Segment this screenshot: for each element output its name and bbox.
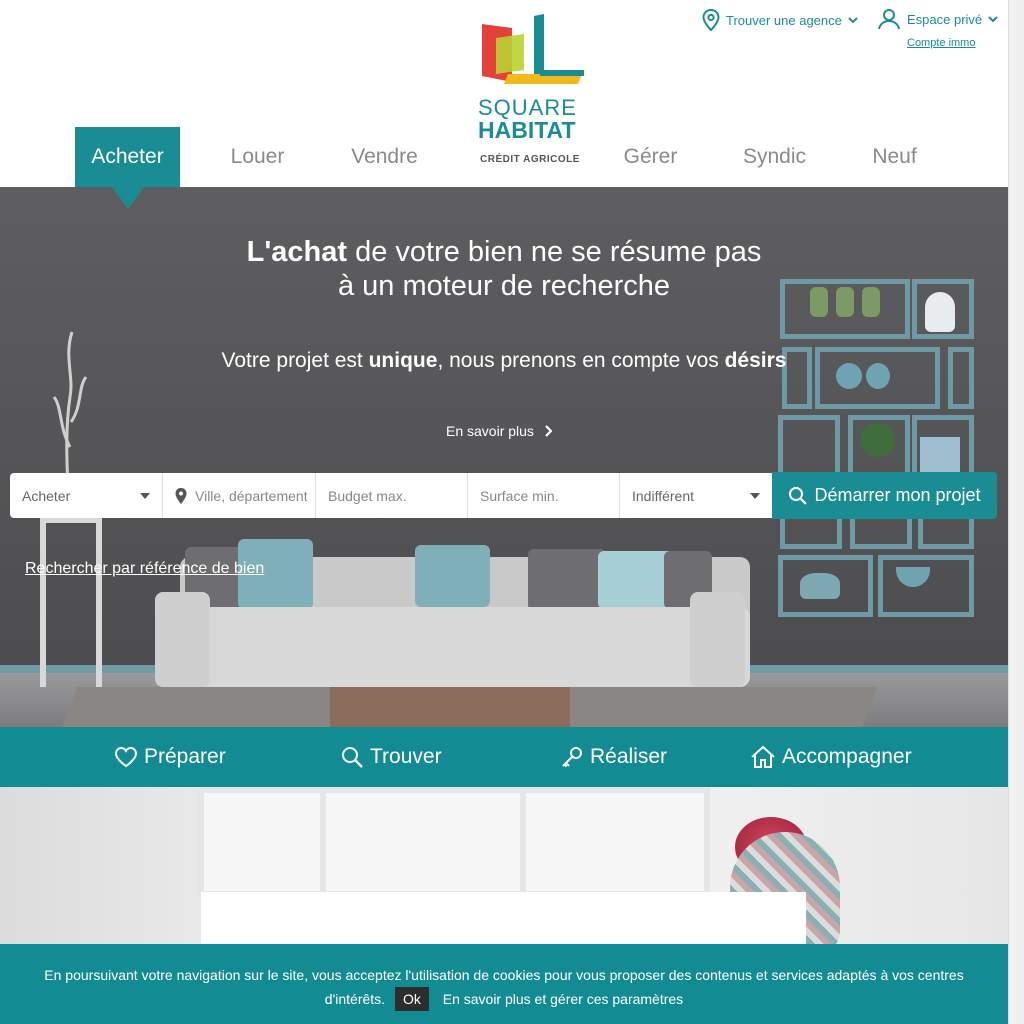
step-preparer[interactable]: Préparer: [114, 727, 226, 787]
logo-mark-icon: [482, 14, 584, 84]
location-placeholder: Ville, département: [195, 487, 307, 504]
rooms-select[interactable]: Indifférent: [620, 473, 772, 518]
cookie-message: En poursuivant votre navigation sur le s…: [44, 967, 964, 983]
home-icon: [751, 745, 775, 768]
logo-square-text: SQUARE: [478, 95, 577, 120]
hero-subtitle-part: , nous prenons en compte vos: [437, 349, 725, 372]
square-habitat-logo[interactable]: SQUARE HABITAT CRÉDIT AGRICOLE: [478, 14, 588, 169]
hero-title-line2: à un moteur de recherche: [337, 270, 671, 302]
learn-more-link[interactable]: En savoir plus: [446, 423, 552, 439]
decor-books: [920, 437, 960, 473]
project-steps-bar: Préparer Trouver Réaliser Accompagner: [0, 727, 1008, 787]
caret-down-icon: [750, 493, 760, 499]
chevron-right-icon: [545, 425, 552, 437]
hero-subtitle-part: Votre projet est: [221, 349, 369, 372]
key-icon: [562, 747, 582, 768]
surface-input[interactable]: Surface min.: [468, 473, 620, 518]
decor-cushion: [528, 549, 606, 611]
rooms-value: Indifférent: [632, 487, 695, 504]
hero-subtitle-bold: unique: [368, 349, 438, 372]
logo-habitat-text: HABITAT: [478, 117, 576, 143]
location-pin-icon: [702, 9, 720, 31]
step-realiser[interactable]: Réaliser: [560, 727, 667, 787]
step-preparer-label: Préparer: [144, 745, 226, 768]
hero-title-line1: de votre bien ne se résume pas: [347, 236, 762, 268]
start-project-button[interactable]: Démarrer mon projet: [772, 472, 997, 519]
step-realiser-label: Réaliser: [590, 745, 668, 768]
search-by-reference-link[interactable]: Rechercher par référence de bien: [25, 560, 264, 578]
decor-teapot: [800, 573, 840, 599]
decor-plant: [860, 423, 896, 457]
active-tab-pointer: [112, 187, 144, 209]
nav-tab-gerer[interactable]: Gérer: [598, 127, 703, 187]
budget-input[interactable]: Budget max.: [316, 473, 468, 518]
hero-title-bold: L'achat: [246, 236, 348, 268]
step-accompagner[interactable]: Accompagner: [750, 727, 912, 787]
decor-cushion: [415, 545, 490, 607]
cookie-message-end: d'intérêts.: [324, 991, 386, 1007]
decor-shelf: [878, 555, 974, 617]
hero-subtitle-bold: désirs: [724, 349, 787, 372]
find-agency-label: Trouver une agence: [726, 12, 842, 28]
decor-window-frame: [198, 787, 338, 897]
transaction-type-value: Acheter: [22, 487, 71, 504]
decor-sofa-arm: [155, 592, 210, 687]
site-header: SQUARE HABITAT CRÉDIT AGRICOLE Trouver u…: [0, 0, 1008, 187]
chevron-down-icon: [988, 16, 998, 23]
user-icon: [878, 9, 900, 30]
nav-tab-vendre[interactable]: Vendre: [332, 127, 437, 187]
step-trouver[interactable]: Trouver: [340, 727, 442, 787]
find-agency-link[interactable]: Trouver une agence: [702, 9, 858, 31]
search-icon: [789, 486, 808, 505]
chevron-down-icon: [848, 17, 858, 24]
nav-tab-acheter[interactable]: Acheter: [75, 127, 180, 187]
location-pin-icon: [175, 487, 187, 504]
logo-credit-agricole-text: CRÉDIT AGRICOLE: [480, 154, 580, 165]
cookie-settings-link[interactable]: En savoir plus et gérer ces paramètres: [443, 991, 683, 1007]
budget-placeholder: Budget max.: [328, 487, 407, 504]
hero-subtitle: Votre projet est unique, nous prenons en…: [0, 349, 1008, 373]
decor-sofa-seat: [160, 607, 750, 687]
decor-sofa-arm: [690, 592, 745, 687]
location-input[interactable]: Ville, département: [163, 473, 316, 518]
hero-title: L'achat de votre bien ne se résume pas à…: [0, 235, 1008, 303]
page-scrollbar[interactable]: [1008, 0, 1024, 1024]
private-space-menu[interactable]: Espace privé: [877, 8, 998, 30]
hero-banner: L'achat de votre bien ne se résume pas à…: [0, 187, 1008, 727]
cookie-ok-button[interactable]: Ok: [394, 987, 429, 1011]
cookie-consent-bar: En poursuivant votre navigation sur le s…: [0, 944, 1008, 1024]
decor-shelf: [778, 415, 840, 477]
private-space-label: Espace privé: [907, 11, 983, 27]
heart-icon: [114, 746, 138, 768]
decor-cushion: [598, 551, 674, 609]
learn-more-label: En savoir plus: [446, 423, 534, 439]
account-link[interactable]: Compte immo: [907, 37, 975, 49]
nav-tab-neuf[interactable]: Neuf: [842, 127, 947, 187]
nav-tab-syndic[interactable]: Syndic: [722, 127, 827, 187]
transaction-type-select[interactable]: Acheter: [10, 473, 163, 518]
step-accompagner-label: Accompagner: [782, 745, 912, 768]
step-trouver-label: Trouver: [370, 745, 442, 768]
caret-down-icon: [140, 493, 150, 499]
search-icon: [342, 747, 363, 768]
start-project-label: Démarrer mon projet: [814, 485, 981, 505]
hero-rug-accent: [330, 687, 570, 727]
surface-placeholder: Surface min.: [480, 487, 559, 504]
nav-tab-louer[interactable]: Louer: [205, 127, 310, 187]
decor-window-frame: [520, 787, 710, 897]
property-search-bar: Acheter Ville, département Budget max. S…: [10, 472, 997, 519]
decor-side-table: [40, 517, 102, 687]
